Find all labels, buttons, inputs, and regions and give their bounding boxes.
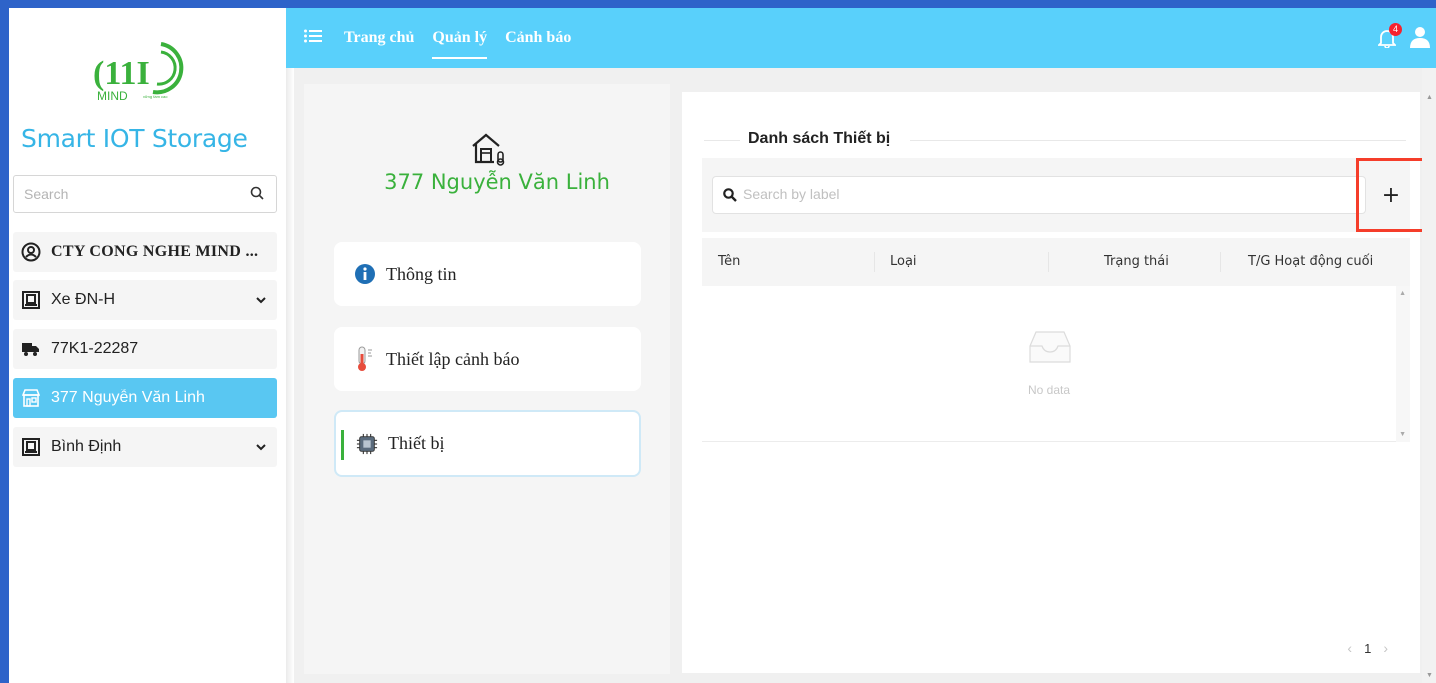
add-device-button[interactable]: +	[1356, 158, 1426, 232]
menu-thiet-bi[interactable]: Thiết bị	[334, 410, 641, 477]
chip-icon	[356, 433, 378, 455]
sidebar-search-input[interactable]	[24, 186, 224, 202]
empty-inbox-icon	[1028, 330, 1072, 369]
sidebar-item-77k1[interactable]: 77K1-22287	[13, 329, 277, 369]
devices-panel: Danh sách Thiết bị + Tên Loại Trạng thái	[682, 92, 1426, 673]
store-icon	[21, 388, 41, 408]
group-icon	[21, 437, 41, 457]
page-number[interactable]: 1	[1364, 641, 1371, 656]
nav-trang-chu[interactable]: Trang chủ	[344, 8, 414, 68]
empty-text: No data	[1027, 383, 1071, 397]
column-header-last-active[interactable]: T/G Hoạt động cuối	[1248, 254, 1373, 269]
user-circle-icon	[21, 242, 41, 262]
divider	[704, 140, 740, 141]
column-header-type[interactable]: Loại	[890, 254, 917, 269]
column-divider	[874, 252, 875, 272]
column-divider	[1048, 252, 1049, 272]
sidebar-item-377-nguyen-van-linh[interactable]: 377 Nguyễn Văn Linh	[13, 378, 277, 418]
chevron-down-icon[interactable]	[251, 443, 271, 451]
thermometer-icon	[354, 346, 376, 371]
svg-text:(11I: (11I	[93, 55, 150, 92]
device-search-input[interactable]	[743, 186, 1343, 202]
menu-thiet-lap-canh-bao[interactable]: Thiết lập cảnh báo	[334, 327, 641, 391]
nav-quan-ly[interactable]: Quản lý	[432, 8, 487, 68]
notification-badge: 4	[1389, 23, 1402, 36]
nav-canh-bao[interactable]: Cảnh báo	[505, 8, 571, 68]
logo-tagline: vững tầm cao	[143, 94, 168, 99]
topbar: Trang chủ Quản lý Cảnh báo 4	[286, 8, 1436, 68]
scroll-up-icon[interactable]: ▲	[1426, 94, 1433, 101]
devices-title: Danh sách Thiết bị	[744, 130, 895, 148]
scroll-up-icon[interactable]: ▲	[1399, 290, 1406, 297]
device-search	[712, 176, 1366, 214]
devices-table-header: Tên Loại Trạng thái T/G Hoạt động cuối	[702, 238, 1410, 286]
table-scrollbar[interactable]: ▲ ▼	[1396, 286, 1410, 442]
sidebar-item-xe-dn-h[interactable]: Xe ĐN-H	[13, 280, 277, 320]
user-icon[interactable]	[1410, 26, 1430, 53]
column-divider	[1220, 252, 1221, 272]
chevron-left-icon[interactable]: ‹	[1347, 640, 1352, 656]
menu-thong-tin[interactable]: Thông tin	[334, 242, 641, 306]
site-title: 377 Nguyễn Văn Linh	[384, 170, 610, 194]
main-scrollbar[interactable]: ▲ ▼	[1422, 68, 1436, 683]
sidebar-shadow	[286, 8, 294, 683]
scroll-down-icon[interactable]: ▼	[1426, 672, 1433, 679]
divider	[910, 140, 1406, 141]
column-header-name[interactable]: Tên	[718, 254, 740, 269]
sidebar-item-label: 77K1-22287	[51, 340, 139, 357]
info-icon	[354, 263, 376, 285]
pagination: ‹ 1 ›	[1347, 640, 1388, 656]
menu-label: Thiết lập cảnh báo	[386, 348, 520, 369]
search-icon[interactable]	[250, 186, 264, 205]
devices-toolbar: +	[702, 158, 1426, 232]
group-icon	[21, 290, 41, 310]
main-content: 377 Nguyễn Văn Linh Thông tin Thiết lập …	[294, 68, 1436, 683]
sidebar-item-binh-dinh[interactable]: Bình Định	[13, 427, 277, 467]
menu-label: Thông tin	[386, 263, 457, 284]
devices-table-body: No data ▲ ▼	[702, 286, 1410, 442]
truck-icon	[21, 339, 41, 359]
column-header-status[interactable]: Trạng thái	[1104, 254, 1169, 269]
table-empty-area	[702, 443, 1410, 671]
scroll-down-icon[interactable]: ▼	[1399, 431, 1406, 438]
sidebar-item-label: Bình Định	[51, 438, 122, 455]
app-window: (11I MIND vững tầm cao Smart IOT Storage…	[9, 8, 1436, 683]
sidebar-item-label: Xe ĐN-H	[51, 291, 116, 308]
sidebar: (11I MIND vững tầm cao Smart IOT Storage…	[9, 8, 286, 683]
logo-text: MIND	[97, 89, 128, 103]
search-icon	[723, 188, 737, 207]
menu-label: Thiết bị	[388, 433, 445, 453]
site-panel: 377 Nguyễn Văn Linh Thông tin Thiết lập …	[304, 84, 670, 674]
sidebar-item-company[interactable]: CTY CONG NGHE MIND ...	[13, 232, 277, 272]
sidebar-item-label: CTY CONG NGHE MIND ...	[51, 243, 259, 260]
chevron-down-icon[interactable]	[251, 296, 271, 304]
sidebar-item-label: 377 Nguyễn Văn Linh	[51, 389, 205, 406]
top-nav: Trang chủ Quản lý Cảnh báo	[344, 8, 589, 68]
menu-list-icon[interactable]	[304, 29, 322, 48]
sidebar-search	[13, 175, 277, 213]
brand-title: Smart IOT Storage	[21, 124, 248, 153]
warehouse-icon	[470, 132, 508, 173]
chevron-right-icon[interactable]: ›	[1383, 640, 1388, 656]
